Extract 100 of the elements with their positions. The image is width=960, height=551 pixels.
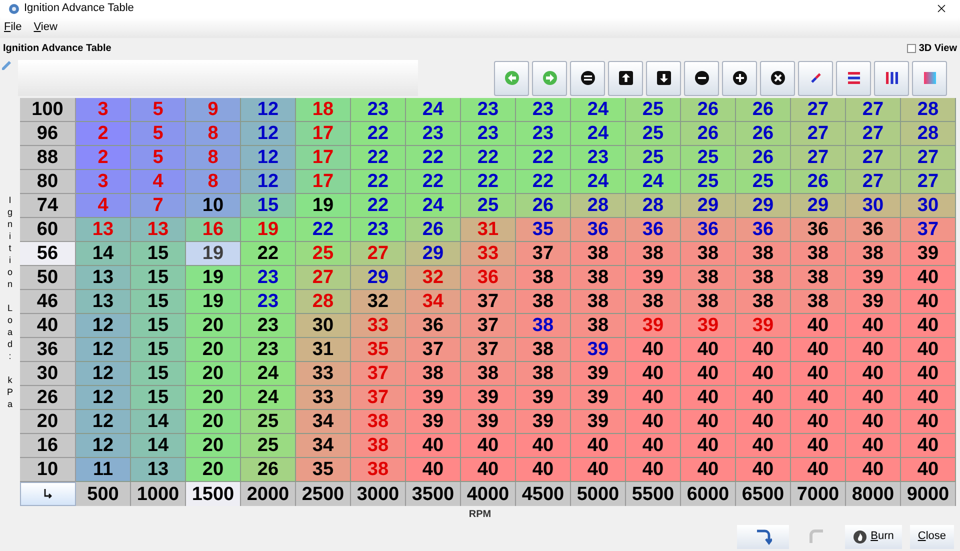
table-cell[interactable]: 23 [241, 266, 296, 290]
column-header[interactable]: 5500 [626, 482, 681, 506]
table-cell[interactable]: 24 [626, 170, 681, 194]
table-cell[interactable]: 23 [406, 122, 461, 146]
table-cell[interactable]: 22 [406, 170, 461, 194]
column-header[interactable]: 3500 [406, 482, 461, 506]
table-cell[interactable]: 38 [461, 362, 516, 386]
table-cell[interactable]: 30 [846, 194, 901, 218]
row-header[interactable]: 36 [20, 338, 76, 362]
table-cell[interactable]: 38 [736, 266, 791, 290]
table-cell[interactable]: 26 [791, 170, 846, 194]
row-header[interactable]: 50 [20, 266, 76, 290]
column-header[interactable]: 4000 [461, 482, 516, 506]
table-cell[interactable]: 39 [406, 410, 461, 434]
table-cell[interactable]: 38 [791, 290, 846, 314]
table-cell[interactable]: 40 [901, 458, 956, 482]
close-button[interactable]: Close [910, 524, 954, 548]
table-cell[interactable]: 38 [571, 242, 626, 266]
table-cell[interactable]: 40 [791, 410, 846, 434]
table-cell[interactable]: 39 [901, 242, 956, 266]
table-cell[interactable]: 40 [681, 458, 736, 482]
table-cell[interactable]: 36 [406, 314, 461, 338]
table-cell[interactable]: 23 [516, 122, 571, 146]
table-cell[interactable]: 32 [351, 290, 406, 314]
table-cell[interactable]: 12 [76, 434, 131, 458]
table-cell[interactable]: 24 [571, 98, 626, 122]
table-cell[interactable]: 39 [571, 338, 626, 362]
column-header[interactable]: 4500 [516, 482, 571, 506]
row-header[interactable]: 20 [20, 410, 76, 434]
table-cell[interactable]: 24 [571, 170, 626, 194]
table-cell[interactable]: 38 [681, 266, 736, 290]
table-cell[interactable]: 40 [626, 458, 681, 482]
table-cell[interactable]: 19 [186, 266, 241, 290]
table-cell[interactable]: 39 [571, 386, 626, 410]
table-cell[interactable]: 26 [736, 98, 791, 122]
table-cell[interactable]: 15 [131, 314, 186, 338]
table-cell[interactable]: 15 [131, 242, 186, 266]
table-cell[interactable]: 40 [736, 362, 791, 386]
table-cell[interactable]: 40 [626, 410, 681, 434]
table-cell[interactable]: 39 [626, 266, 681, 290]
table-cell[interactable]: 40 [681, 386, 736, 410]
table-cell[interactable]: 40 [901, 410, 956, 434]
table-cell[interactable]: 26 [736, 122, 791, 146]
table-cell[interactable]: 22 [351, 146, 406, 170]
table-cell[interactable]: 29 [351, 266, 406, 290]
table-cell[interactable]: 40 [901, 290, 956, 314]
table-cell[interactable]: 22 [296, 218, 351, 242]
menu-item[interactable]: File [4, 19, 22, 36]
column-header[interactable]: 1000 [131, 482, 186, 506]
table-cell[interactable]: 40 [571, 458, 626, 482]
table-cell[interactable]: 30 [296, 314, 351, 338]
table-cell[interactable]: 40 [901, 338, 956, 362]
table-cell[interactable]: 38 [571, 266, 626, 290]
column-header[interactable]: 5000 [571, 482, 626, 506]
column-header[interactable]: 1500 [186, 482, 241, 506]
table-cell[interactable]: 36 [791, 218, 846, 242]
table-cell[interactable]: 22 [461, 146, 516, 170]
table-cell[interactable]: 22 [516, 170, 571, 194]
table-cell[interactable]: 40 [406, 458, 461, 482]
table-cell[interactable]: 38 [516, 314, 571, 338]
table-cell[interactable]: 25 [241, 410, 296, 434]
table-cell[interactable]: 23 [571, 146, 626, 170]
row-header[interactable]: 74 [20, 194, 76, 218]
table-cell[interactable]: 12 [241, 170, 296, 194]
table-cell[interactable]: 38 [736, 242, 791, 266]
table-cell[interactable]: 19 [296, 194, 351, 218]
table-cell[interactable]: 40 [681, 434, 736, 458]
table-cell[interactable]: 38 [626, 290, 681, 314]
row-header[interactable]: 40 [20, 314, 76, 338]
table-cell[interactable]: 36 [736, 218, 791, 242]
table-cell[interactable]: 12 [241, 98, 296, 122]
table-cell[interactable]: 33 [296, 362, 351, 386]
table-cell[interactable]: 40 [626, 338, 681, 362]
table-cell[interactable]: 27 [791, 98, 846, 122]
table-cell[interactable]: 20 [186, 338, 241, 362]
table-cell[interactable]: 38 [791, 242, 846, 266]
table-cell[interactable]: 25 [461, 194, 516, 218]
table-cell[interactable]: 37 [406, 338, 461, 362]
column-header[interactable]: 2000 [241, 482, 296, 506]
close-button[interactable] [935, 2, 948, 15]
table-cell[interactable]: 28 [901, 98, 956, 122]
table-cell[interactable]: 39 [461, 410, 516, 434]
table-cell[interactable]: 24 [571, 122, 626, 146]
menu-item[interactable]: View [34, 19, 58, 36]
table-cell[interactable]: 29 [406, 242, 461, 266]
table-cell[interactable]: 37 [461, 338, 516, 362]
table-cell[interactable]: 40 [681, 410, 736, 434]
column-header[interactable]: 6500 [736, 482, 791, 506]
table-cell[interactable]: 26 [681, 98, 736, 122]
table-cell[interactable]: 27 [846, 170, 901, 194]
row-header[interactable]: 80 [20, 170, 76, 194]
row-header[interactable]: 46 [20, 290, 76, 314]
table-cell[interactable]: 37 [461, 314, 516, 338]
table-cell[interactable]: 20 [186, 458, 241, 482]
table-cell[interactable]: 25 [241, 434, 296, 458]
table-cell[interactable]: 31 [296, 338, 351, 362]
table-cell[interactable]: 28 [571, 194, 626, 218]
table-cell[interactable]: 13 [76, 266, 131, 290]
table-cell[interactable]: 40 [846, 434, 901, 458]
column-header[interactable]: 8000 [846, 482, 901, 506]
